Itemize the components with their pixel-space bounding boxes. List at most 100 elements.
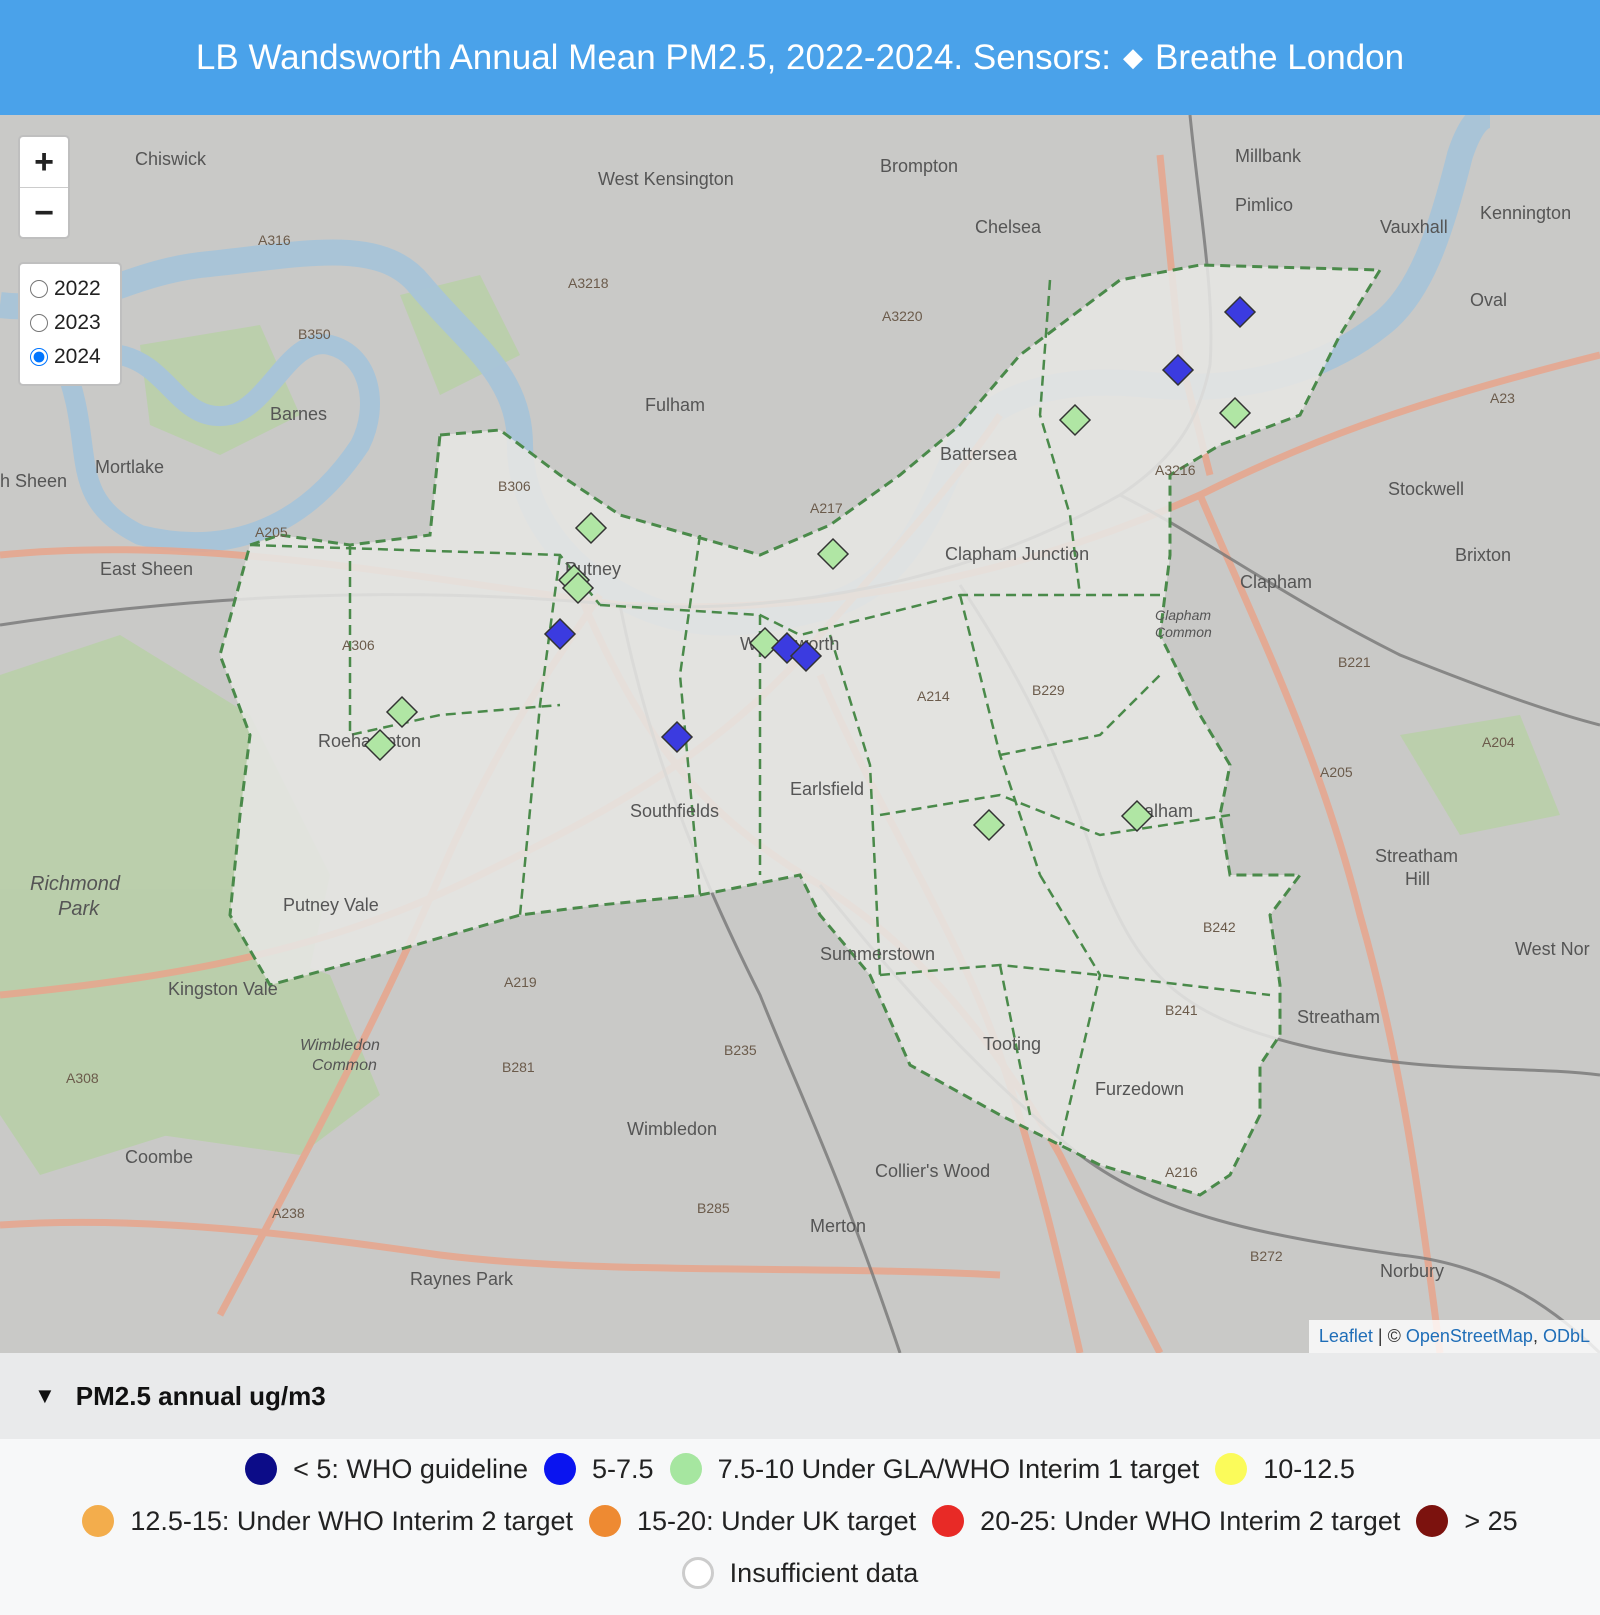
legend-row-1: < 5: WHO guideline 5-7.5 7.5-10 Under GL…	[0, 1453, 1600, 1485]
label-norbury: Norbury	[1380, 1261, 1444, 1281]
year-option-2022[interactable]: 2022	[28, 272, 120, 306]
label-streatham: Streatham	[1297, 1007, 1380, 1027]
year-radio-2022[interactable]	[30, 280, 48, 298]
legend-swatch	[245, 1453, 278, 1485]
zoom-out-button[interactable]: −	[20, 188, 68, 238]
label-millbank: Millbank	[1235, 146, 1302, 166]
label-fulham: Fulham	[645, 395, 705, 415]
road-b229: B229	[1032, 682, 1065, 698]
label-wimbledon-common-2: Common	[312, 1057, 377, 1074]
label-oval: Oval	[1470, 290, 1507, 310]
legend-swatch	[681, 1557, 714, 1589]
year-selector: 2022 2023 2024	[18, 262, 122, 386]
legend-item: 20-25: Under WHO Interim 2 target	[932, 1505, 1400, 1537]
map-canvas[interactable]: Chiswick West Kensington Brompton Chelse…	[0, 115, 1600, 1353]
label-sheen-west: h Sheen	[0, 471, 67, 491]
legend-item: 7.5-10 Under GLA/WHO Interim 1 target	[669, 1453, 1199, 1485]
zoom-control: + −	[18, 135, 70, 239]
road-a3218: A3218	[568, 275, 609, 291]
label-brompton: Brompton	[880, 156, 958, 176]
label-wimbledon: Wimbledon	[627, 1119, 717, 1139]
road-b235: B235	[724, 1042, 757, 1058]
legend-title: PM2.5 annual ug/m3	[75, 1380, 326, 1411]
basemap: Chiswick West Kensington Brompton Chelse…	[0, 115, 1600, 1353]
label-kingston-vale: Kingston Vale	[168, 979, 278, 999]
label-putney-vale: Putney Vale	[283, 895, 379, 915]
road-b285: B285	[697, 1200, 730, 1216]
legend-row-3: Insufficient data	[0, 1557, 1600, 1589]
label-wimbledon-common-1: Wimbledon	[300, 1037, 380, 1054]
leaflet-link[interactable]: Leaflet	[1319, 1326, 1373, 1347]
map-title: LB Wandsworth Annual Mean PM2.5, 2022-20…	[0, 0, 1600, 115]
label-richmond: Richmond	[30, 873, 121, 895]
legend-item: 10-12.5	[1215, 1453, 1355, 1485]
legend-panel: < 5: WHO guideline 5-7.5 7.5-10 Under GL…	[0, 1439, 1600, 1615]
road-a219: A219	[504, 974, 537, 990]
zoom-in-button[interactable]: +	[20, 137, 68, 188]
legend-swatch	[932, 1505, 965, 1537]
wandsworth-boundary	[218, 263, 1383, 1197]
label-kennington: Kennington	[1480, 203, 1571, 223]
label-east-sheen: East Sheen	[100, 559, 193, 579]
road-b221: B221	[1338, 654, 1371, 670]
diamond-marker-icon: ◆	[1122, 42, 1143, 72]
label-streatham-hill-1: Streatham	[1375, 846, 1458, 866]
road-b272: B272	[1250, 1248, 1283, 1264]
legend-item: Insufficient data	[681, 1557, 918, 1589]
road-a308: A308	[66, 1070, 99, 1086]
year-option-2024[interactable]: 2024	[28, 340, 120, 374]
legend-swatch	[669, 1453, 702, 1485]
legend-item: 12.5-15: Under WHO Interim 2 target	[82, 1505, 573, 1537]
label-raynes-park: Raynes Park	[410, 1269, 514, 1289]
road-b241: B241	[1165, 1002, 1198, 1018]
odbl-link[interactable]: ODbL	[1543, 1326, 1590, 1347]
label-earlsfield: Earlsfield	[790, 779, 864, 799]
label-clapham-common-1: Clapham	[1155, 607, 1211, 623]
road-a214: A214	[917, 688, 950, 704]
legend-item: 5-7.5	[544, 1453, 654, 1485]
legend-toggle[interactable]: ▼ PM2.5 annual ug/m3	[0, 1353, 1600, 1439]
title-prefix: LB Wandsworth Annual Mean PM2.5, 2022-20…	[195, 37, 1111, 77]
label-battersea: Battersea	[940, 444, 1018, 464]
attribution-sep1: | ©	[1372, 1326, 1406, 1346]
legend-swatch	[1416, 1505, 1449, 1537]
label-vauxhall: Vauxhall	[1380, 217, 1448, 237]
road-a306: A306	[342, 637, 375, 653]
road-a217: A217	[810, 500, 843, 516]
road-a216: A216	[1165, 1164, 1198, 1180]
attribution-sep2: ,	[1532, 1326, 1543, 1346]
label-streatham-hill-2: Hill	[1405, 869, 1430, 889]
title-suffix: Breathe London	[1154, 37, 1405, 77]
label-coombe: Coombe	[125, 1147, 193, 1167]
label-colliers-wood: Collier's Wood	[875, 1161, 990, 1181]
label-merton: Merton	[810, 1216, 866, 1236]
year-radio-2024[interactable]	[30, 348, 48, 366]
road-a3216: A3216	[1155, 462, 1196, 478]
label-brixton: Brixton	[1455, 545, 1511, 565]
label-chiswick: Chiswick	[135, 149, 207, 169]
label-pimlico: Pimlico	[1235, 195, 1293, 215]
year-radio-2023[interactable]	[30, 314, 48, 332]
legend-swatch	[544, 1453, 577, 1485]
road-a23: A23	[1490, 390, 1515, 406]
road-a205: A205	[255, 524, 288, 540]
year-option-2023[interactable]: 2023	[28, 306, 120, 340]
label-chelsea: Chelsea	[975, 217, 1042, 237]
road-a238: A238	[272, 1205, 305, 1221]
label-stockwell: Stockwell	[1388, 479, 1464, 499]
road-a205: A205	[1320, 764, 1353, 780]
label-west-norwood: West Nor	[1515, 939, 1590, 959]
collapse-triangle-icon: ▼	[34, 1383, 56, 1408]
road-a3220: A3220	[882, 308, 923, 324]
legend-row-2: 12.5-15: Under WHO Interim 2 target 15-2…	[0, 1505, 1600, 1537]
osm-link[interactable]: OpenStreetMap	[1406, 1326, 1533, 1347]
legend-swatch	[1215, 1453, 1248, 1485]
road-a204: A204	[1482, 734, 1515, 750]
label-summerstown: Summerstown	[820, 944, 935, 964]
road-a316: A316	[258, 232, 291, 248]
road-b242: B242	[1203, 919, 1236, 935]
label-furzedown: Furzedown	[1095, 1079, 1184, 1099]
road-b306: B306	[498, 478, 531, 494]
legend-item: > 25	[1416, 1505, 1518, 1537]
road-b350: B350	[298, 326, 331, 342]
